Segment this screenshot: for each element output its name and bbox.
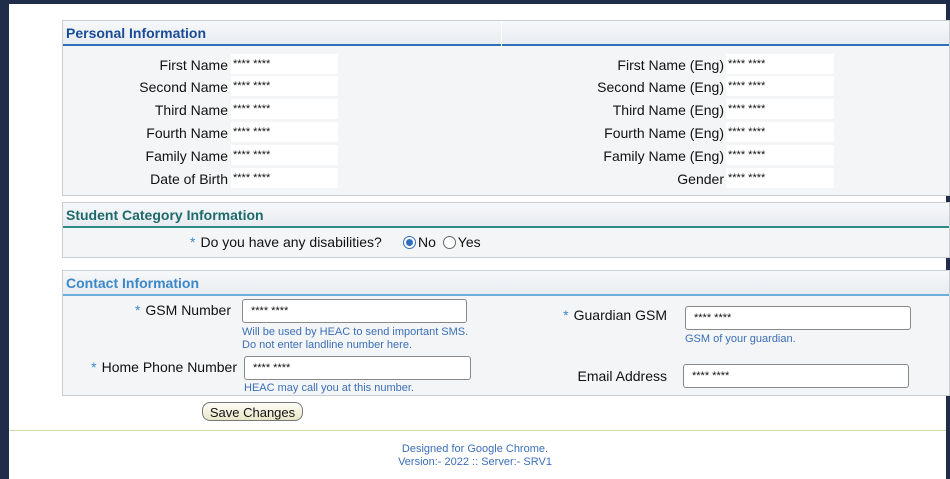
personal-row-family-name: Family Name **** **** [63,145,503,167]
email-address-label: Email Address [577,368,667,384]
student-category-section: Student Category Information * Do you hav… [62,202,950,258]
family-name-eng-value: **** **** [726,145,834,165]
guardian-gsm-required-asterisk: * [563,307,569,323]
fourth-name-value: **** **** [231,122,338,142]
contact-information-title: Contact Information [63,271,949,296]
personal-row-first-name: First Name **** **** [63,54,503,76]
home-phone-required-asterisk: * [91,359,97,375]
gsm-number-input[interactable]: **** **** [242,299,467,323]
disabilities-yes-radio[interactable] [442,236,456,249]
disabilities-no-radio[interactable] [403,236,416,249]
personal-row-family-name-eng: Family Name (Eng) **** **** [503,145,949,167]
gender-label: Gender [677,171,724,187]
home-phone-hint: HEAC may call you at this number. [244,382,414,394]
window-frame-left [0,0,9,479]
third-name-eng-value: **** **** [726,99,834,119]
gsm-number-hint: Will be used by HEAC to send important S… [242,326,469,351]
personal-row-first-name-eng: First Name (Eng) **** **** [503,54,949,76]
student-category-title: Student Category Information [63,203,949,228]
second-name-value: **** **** [231,76,338,96]
third-name-label: Third Name [154,102,228,118]
disabilities-row: * Do you have any disabilities? No Yes [63,231,949,253]
first-name-value: **** **** [231,54,338,74]
save-changes-button[interactable]: Save Changes [202,402,303,421]
personal-information-section: Personal Information First Name **** ***… [62,20,950,196]
guardian-gsm-input[interactable]: **** **** [685,306,911,330]
date-of-birth-value: **** **** [231,168,338,188]
family-name-value: **** **** [231,145,338,165]
first-name-eng-value: **** **** [726,54,834,74]
footer-divider [9,430,946,431]
family-name-eng-label: Family Name (Eng) [603,148,724,164]
gender-value: **** **** [726,168,834,188]
footer-chrome-note: Designed for Google Chrome. [401,443,549,455]
third-name-eng-label: Third Name (Eng) [612,102,724,118]
footer-version: Version:- 2022 :: Server:- SRV1 [398,456,552,468]
personal-row-date-of-birth: Date of Birth **** **** [63,168,503,190]
email-address-input[interactable]: **** **** [683,364,909,388]
second-name-label: Second Name [139,79,228,95]
contact-information-section: Contact Information * GSM Number **** ***… [62,270,950,396]
personal-row-third-name: Third Name **** **** [63,99,503,121]
required-asterisk: * [190,234,196,250]
first-name-label: First Name [159,57,228,73]
header-divider [501,21,502,46]
second-name-eng-label: Second Name (Eng) [597,79,724,95]
gsm-number-label: GSM Number [145,302,231,318]
family-name-label: Family Name [145,148,228,164]
fourth-name-label: Fourth Name [146,125,228,141]
disabilities-yes-label[interactable]: Yes [458,234,481,250]
personal-row-second-name-eng: Second Name (Eng) **** **** [503,76,949,98]
fourth-name-eng-value: **** **** [726,122,834,142]
gsm-required-asterisk: * [134,302,141,318]
window-frame-top [0,0,950,4]
fourth-name-eng-label: Fourth Name (Eng) [604,125,724,141]
personal-row-third-name-eng: Third Name (Eng) **** **** [503,99,949,121]
first-name-eng-label: First Name (Eng) [617,57,724,73]
personal-row-gender: Gender **** **** [503,168,949,190]
second-name-eng-value: **** **** [726,76,834,96]
personal-row-fourth-name-eng: Fourth Name (Eng) **** **** [503,122,949,144]
disabilities-no-label[interactable]: No [418,234,436,250]
guardian-gsm-hint: GSM of your guardian. [685,333,796,345]
personal-row-fourth-name: Fourth Name **** **** [63,122,503,144]
guardian-gsm-label: Guardian GSM [573,307,667,323]
home-phone-input[interactable]: **** **** [244,356,471,380]
personal-row-second-name: Second Name **** **** [63,76,503,98]
home-phone-label: Home Phone Number [101,359,237,375]
disabilities-question: Do you have any disabilities? [200,234,382,250]
personal-information-title: Personal Information [63,21,949,46]
third-name-value: **** **** [231,99,338,119]
date-of-birth-label: Date of Birth [150,171,228,187]
